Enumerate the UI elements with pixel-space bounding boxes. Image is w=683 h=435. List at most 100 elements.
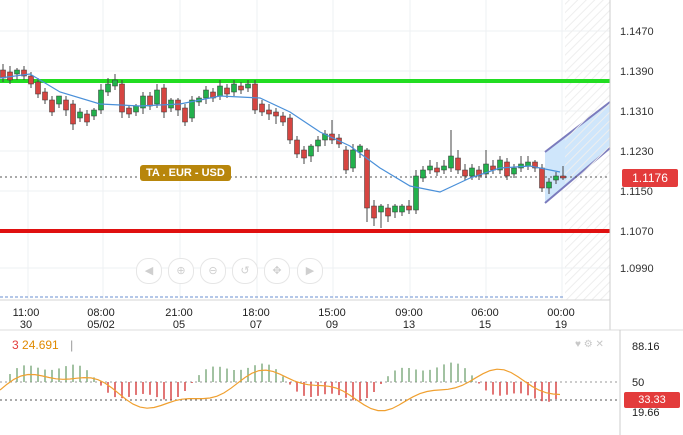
time-label: 08:00 05/02 bbox=[87, 307, 115, 331]
collapse-icon[interactable]: 3 bbox=[12, 338, 19, 352]
candle-body bbox=[462, 169, 468, 177]
candle-body bbox=[189, 99, 195, 119]
candle-body bbox=[266, 109, 272, 115]
price-label: 1.1150 bbox=[620, 186, 653, 198]
candle-body bbox=[231, 83, 237, 93]
candle-body bbox=[385, 207, 391, 217]
candle-body bbox=[28, 75, 34, 85]
candle-body bbox=[357, 145, 363, 153]
trading-chart[interactable]: 1.1470 1.1390 1.1310 1.1230 1.1150 1.107… bbox=[0, 0, 683, 435]
candle-body bbox=[35, 81, 41, 95]
candle-body bbox=[308, 145, 314, 157]
instrument-tag[interactable]: TA . EUR - USD bbox=[140, 165, 231, 181]
candle-body bbox=[455, 157, 461, 171]
candle-body bbox=[413, 175, 419, 211]
oscillator-value: 3 24.691 | bbox=[12, 338, 74, 352]
oscillator-line bbox=[0, 368, 561, 412]
price-label: 1.1230 bbox=[620, 146, 654, 158]
candle-body bbox=[259, 103, 265, 113]
price-label: 1.1390 bbox=[620, 66, 654, 78]
time-label: 11:00 30 bbox=[12, 307, 40, 331]
candle-body bbox=[406, 205, 412, 211]
candle-body bbox=[112, 79, 118, 87]
candle-body bbox=[560, 175, 566, 179]
time-label: 06:00 15 bbox=[471, 307, 499, 331]
future-area bbox=[565, 0, 610, 300]
candle-body bbox=[315, 139, 321, 147]
candle-body bbox=[252, 83, 258, 111]
time-label: 15:00 09 bbox=[318, 307, 346, 331]
candle-body bbox=[448, 155, 454, 169]
candle-body bbox=[434, 167, 440, 173]
candle-body bbox=[119, 83, 125, 113]
scroll-right-icon[interactable]: ▶ bbox=[297, 258, 323, 284]
candle-body bbox=[126, 107, 132, 115]
zoom-in-icon[interactable]: ⊕ bbox=[168, 258, 194, 284]
candle-body bbox=[287, 117, 293, 141]
candle-body bbox=[511, 167, 517, 175]
pan-icon[interactable]: ✥ bbox=[264, 258, 290, 284]
candle-body bbox=[42, 91, 48, 101]
candle-body bbox=[182, 107, 188, 123]
time-label: 21:00 05 bbox=[165, 307, 193, 331]
candle-body bbox=[84, 113, 90, 123]
price-label: 1.1310 bbox=[620, 106, 654, 118]
candle-body bbox=[175, 99, 181, 111]
settings-icon[interactable]: ⚙ bbox=[584, 339, 593, 350]
candle-body bbox=[280, 115, 286, 123]
close-icon[interactable]: ✕ bbox=[595, 339, 603, 350]
candle-body bbox=[203, 89, 209, 99]
osc-axis-label: 88.16 bbox=[632, 341, 660, 353]
candle-body bbox=[525, 161, 531, 167]
candle-body bbox=[70, 103, 76, 125]
candle-body bbox=[161, 87, 167, 113]
candle-body bbox=[539, 167, 545, 189]
candle-body bbox=[392, 205, 398, 213]
heart-icon[interactable]: ♥ bbox=[575, 339, 581, 350]
candle-body bbox=[56, 95, 62, 105]
price-chart-canvas[interactable] bbox=[0, 0, 683, 435]
zoom-reset-icon[interactable]: ↺ bbox=[232, 258, 258, 284]
candle-body bbox=[98, 89, 104, 111]
candle-body bbox=[553, 175, 559, 181]
candle-body bbox=[441, 165, 447, 171]
candle-body bbox=[469, 167, 475, 177]
candle-body bbox=[294, 139, 300, 155]
candle-body bbox=[77, 111, 83, 119]
candle-body bbox=[154, 89, 160, 105]
candle-body bbox=[63, 99, 69, 111]
price-label: 1.1070 bbox=[620, 226, 654, 238]
candle-body bbox=[14, 69, 20, 75]
candle-body bbox=[224, 87, 230, 95]
price-label: 1.1470 bbox=[620, 26, 654, 38]
candle-body bbox=[245, 83, 251, 89]
candle-body bbox=[273, 111, 279, 117]
current-price-tag: 1.1176 bbox=[622, 169, 678, 187]
time-label: 00:00 19 bbox=[547, 307, 575, 331]
osc-axis-label: 19.66 bbox=[632, 407, 660, 419]
candle-body bbox=[546, 181, 552, 189]
time-label: 09:00 13 bbox=[395, 307, 423, 331]
candle-body bbox=[91, 109, 97, 117]
candle-body bbox=[343, 149, 349, 171]
candle-body bbox=[217, 85, 223, 97]
zoom-out-icon[interactable]: ⊖ bbox=[200, 258, 226, 284]
candle-body bbox=[378, 205, 384, 213]
scroll-left-icon[interactable]: ◀ bbox=[136, 258, 162, 284]
candle-body bbox=[399, 205, 405, 213]
oscillator-current-tag: 33.33 bbox=[624, 392, 680, 408]
candle-body bbox=[371, 205, 377, 219]
candle-body bbox=[504, 161, 510, 177]
moving-average-line bbox=[0, 73, 561, 193]
candle-body bbox=[238, 85, 244, 91]
candle-body bbox=[133, 105, 139, 113]
price-label: 1.0990 bbox=[620, 263, 654, 275]
candlestick-series bbox=[0, 64, 566, 228]
candle-body bbox=[420, 169, 426, 179]
candle-body bbox=[301, 149, 307, 159]
candle-body bbox=[49, 99, 55, 113]
candle-body bbox=[350, 149, 356, 169]
oscillator-toolbar: ♥ ⚙ ✕ bbox=[575, 339, 604, 350]
candle-body bbox=[147, 95, 153, 107]
candle-body bbox=[427, 165, 433, 171]
